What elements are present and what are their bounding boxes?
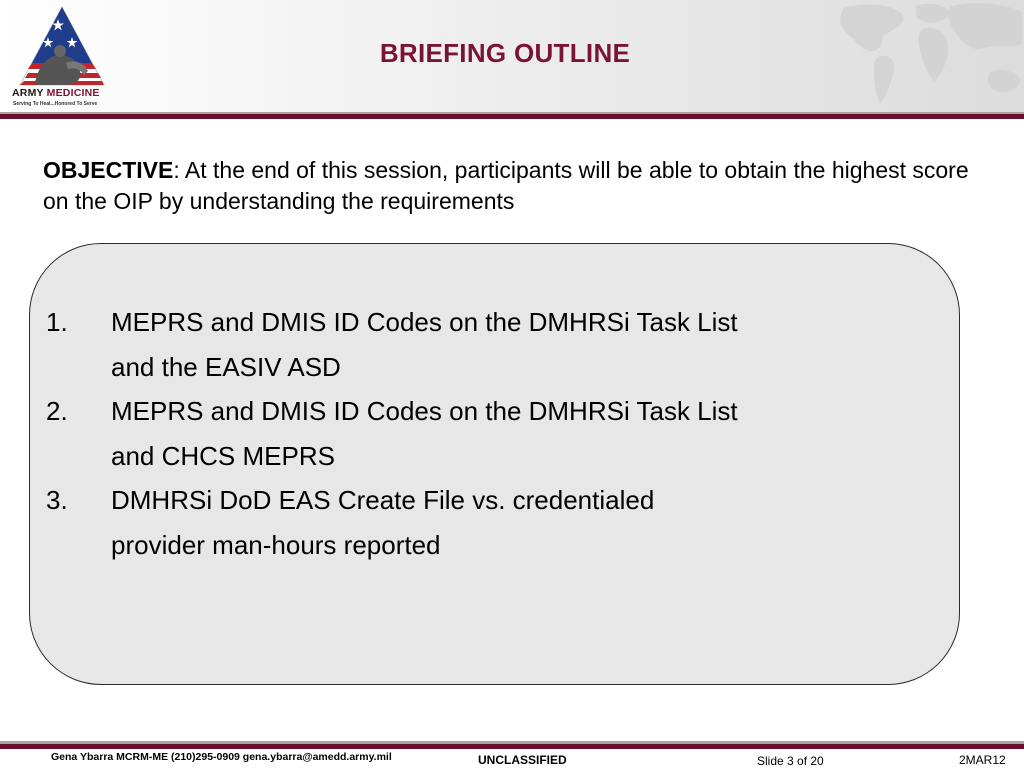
slide-title: BRIEFING OUTLINE [379,38,631,68]
outline-item-number: 1. [46,307,68,337]
outline-item-text: MEPRS and DMIS ID Codes on the DMHRSi Ta… [111,396,738,471]
footer-contact: Gena Ybarra MCRM-ME (210)295-0909 gena.y… [51,751,392,763]
logo-tagline: Serving To Heal...Honored To Serve [13,101,98,107]
slide-header: ARMY MEDICINE Serving To Heal...Honored … [0,0,1024,112]
outline-item-number: 3. [46,485,68,515]
outline-item-number: 2. [46,396,68,426]
slide-footer: Gena Ybarra MCRM-ME (210)295-0909 gena.y… [0,749,1024,768]
world-map-graphic [840,3,1022,104]
outline-item-text: DMHRSi DoD EAS Create File vs. credentia… [111,485,655,560]
outline-item-1: 1. MEPRS and DMIS ID Codes on the DMHRSi… [46,300,926,389]
objective-label: OBJECTIVE [43,157,174,183]
logo-word-medicine: MEDICINE [46,87,100,99]
logo-word-army: ARMY [12,87,44,99]
outline-item-3: 3. DMHRSi DoD EAS Create File vs. creden… [46,478,926,567]
objective-paragraph: OBJECTIVE: At the end of this session, p… [43,155,993,217]
army-medicine-logo: ARMY MEDICINE Serving To Heal...Honored … [10,5,114,109]
objective-text: : At the end of this session, participan… [43,157,969,214]
classification-label: UNCLASSIFIED [478,753,567,767]
header-divider [0,114,1024,119]
logo-wordmark: ARMY MEDICINE [12,87,116,99]
outline-list: 1. MEPRS and DMIS ID Codes on the DMHRSi… [46,300,926,567]
outline-item-2: 2. MEPRS and DMIS ID Codes on the DMHRSi… [46,389,926,478]
slide-number: Slide 3 of 20 [757,754,824,768]
army-medicine-emblem [19,5,105,86]
footer-date: 2MAR12 [959,753,1006,767]
outline-item-text: MEPRS and DMIS ID Codes on the DMHRSi Ta… [111,307,738,382]
